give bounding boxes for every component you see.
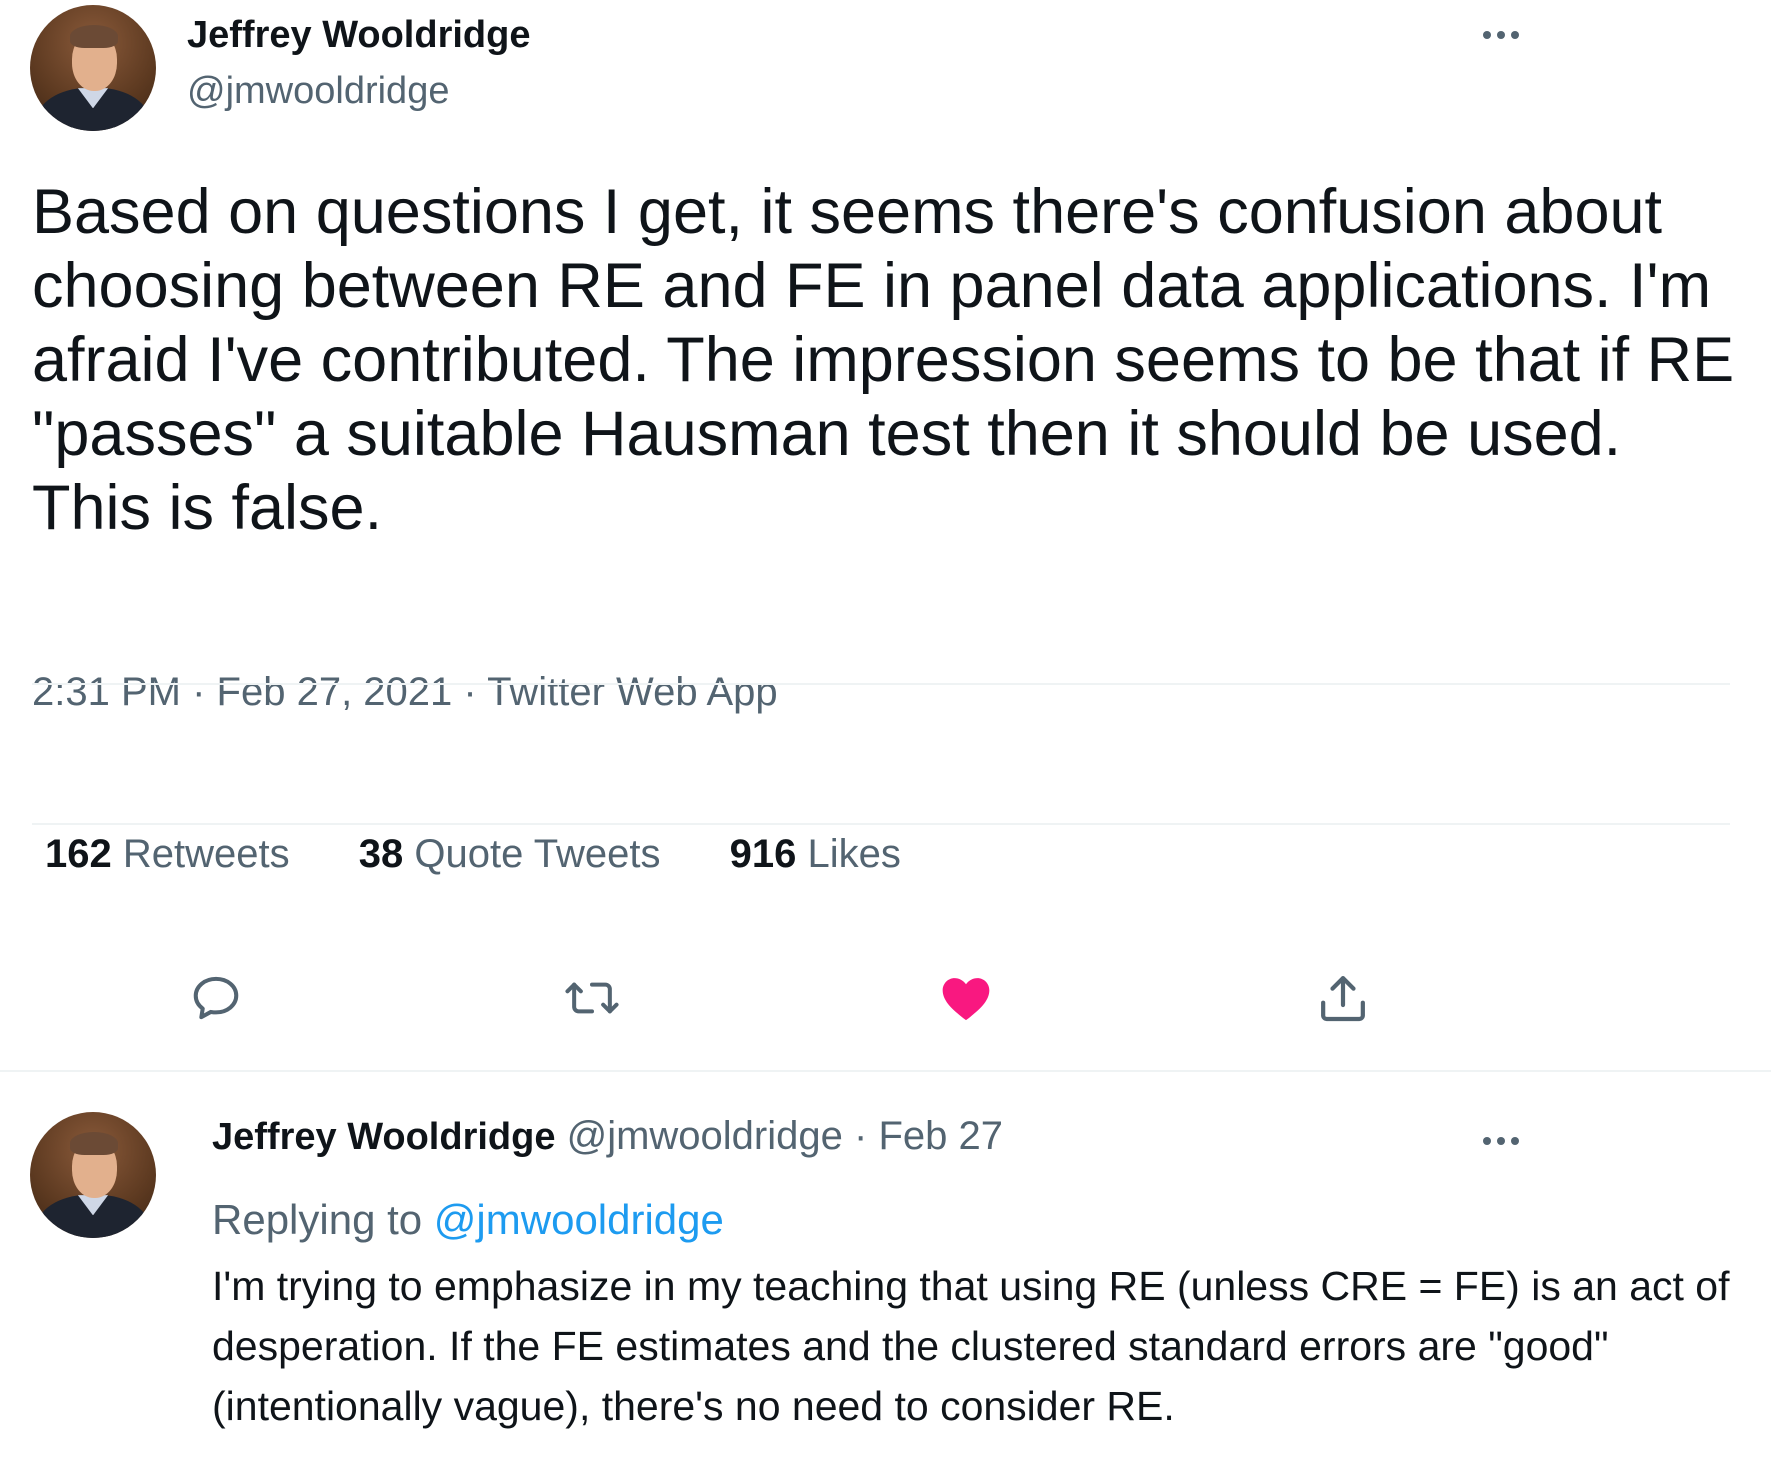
tweet-metadata: 2:31 PM · Feb 27, 2021 · Twitter Web App: [32, 670, 778, 715]
main-tweet: Jeffrey Wooldridge @jmwooldridge Based o…: [0, 0, 1771, 1070]
retweet-icon: [565, 982, 619, 1014]
likes-stat[interactable]: 916 Likes: [730, 832, 901, 877]
divider: [32, 683, 1730, 685]
reply-icon: [193, 976, 239, 1020]
retweets-label: Retweets: [122, 832, 290, 876]
author-handle[interactable]: @jmwooldridge: [567, 1114, 843, 1158]
reply-header: Jeffrey Wooldridge @jmwooldridge · Feb 2…: [212, 1114, 1003, 1159]
quotes-count: 38: [358, 832, 404, 876]
engagement-stats: 162 Retweets 38 Quote Tweets 916 Likes: [45, 832, 959, 877]
divider: [0, 1070, 1771, 1072]
replying-to: Replying to @jmwooldridge: [212, 1196, 724, 1244]
avatar[interactable]: [30, 5, 156, 131]
meta-separator: ·: [463, 670, 477, 714]
like-button[interactable]: [936, 968, 996, 1028]
meta-separator: ·: [192, 670, 206, 714]
author-handle[interactable]: @jmwooldridge: [187, 70, 449, 113]
reply-date[interactable]: Feb 27: [878, 1114, 1003, 1158]
share-button[interactable]: [1313, 968, 1373, 1028]
mention-link[interactable]: @jmwooldridge: [434, 1196, 724, 1243]
likes-label: Likes: [807, 832, 901, 876]
more-options-icon[interactable]: [1476, 1126, 1526, 1156]
author-name[interactable]: Jeffrey Wooldridge: [212, 1116, 555, 1158]
likes-count: 916: [729, 832, 797, 876]
author-name[interactable]: Jeffrey Wooldridge: [187, 14, 530, 57]
heart-icon: [942, 978, 990, 1021]
retweets-count: 162: [45, 832, 112, 876]
avatar[interactable]: [30, 1112, 156, 1238]
tweet-time[interactable]: 2:31 PM: [32, 670, 181, 714]
reply-button[interactable]: [186, 968, 246, 1028]
retweets-stat[interactable]: 162 Retweets: [45, 832, 290, 877]
tweet-source[interactable]: Twitter Web App: [487, 670, 778, 714]
more-options-icon[interactable]: [1476, 20, 1526, 50]
tweet-date[interactable]: Feb 27, 2021: [217, 670, 453, 714]
retweet-button[interactable]: [562, 968, 622, 1028]
divider: [32, 823, 1730, 825]
share-icon: [1321, 976, 1365, 1022]
reply-text: I'm trying to emphasize in my teaching t…: [212, 1263, 1730, 1429]
quotes-stat[interactable]: 38 Quote Tweets: [359, 832, 661, 877]
quotes-label: Quote Tweets: [414, 832, 661, 876]
replying-label: Replying to: [212, 1196, 423, 1243]
meta-separator: ·: [854, 1114, 868, 1158]
tweet-text: Based on questions I get, it seems there…: [32, 177, 1735, 543]
